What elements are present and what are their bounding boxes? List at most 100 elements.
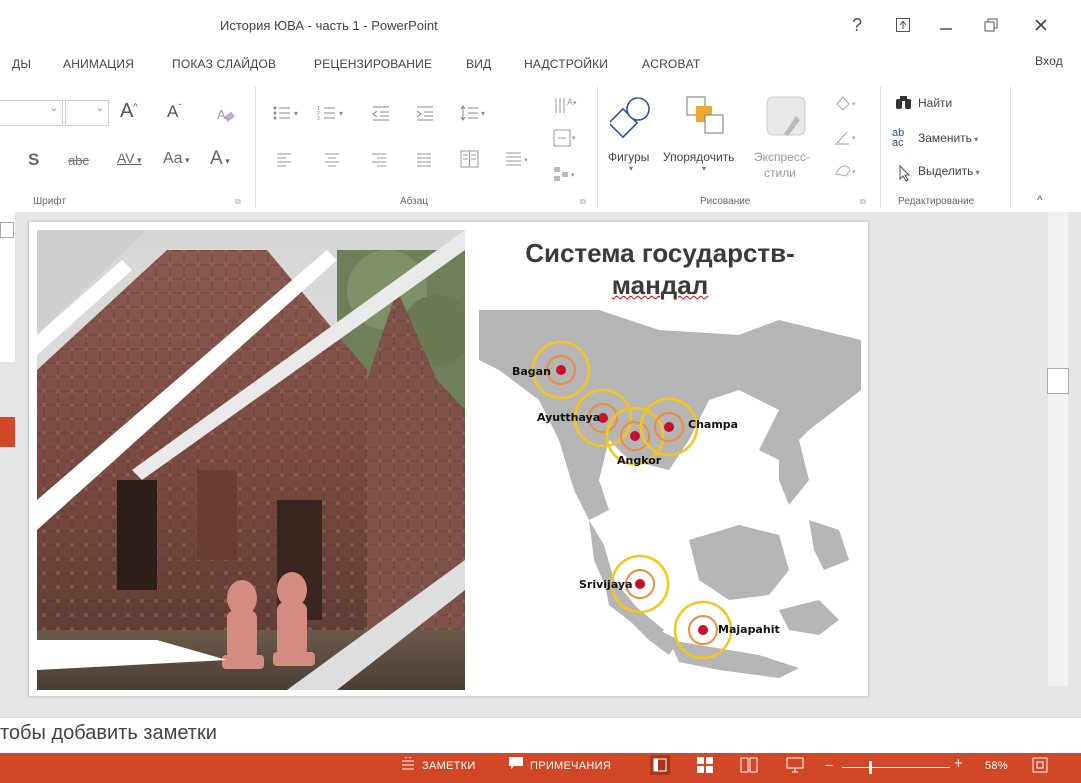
bullets-icon[interactable]: ▾ bbox=[272, 104, 302, 127]
char-spacing-button[interactable]: AV ▾ bbox=[117, 150, 142, 166]
grow-font-button[interactable]: A^ bbox=[120, 100, 138, 123]
tab-view[interactable]: ВИД bbox=[466, 57, 491, 71]
replace-icon: ab ac bbox=[892, 127, 905, 149]
slideshow-button[interactable] bbox=[786, 756, 804, 779]
shape-fill-icon[interactable]: ▾ bbox=[834, 94, 860, 117]
shape-outline-icon[interactable]: ▾ bbox=[834, 128, 860, 151]
close-button[interactable] bbox=[1022, 8, 1060, 42]
svg-text:▾: ▾ bbox=[524, 157, 528, 164]
collapse-ribbon-icon[interactable]: ^ bbox=[1037, 193, 1043, 207]
tab-slideshow[interactable]: ПОКАЗ СЛАЙДОВ bbox=[172, 57, 276, 71]
ribbon-separator bbox=[880, 86, 881, 208]
binoculars-icon bbox=[894, 94, 914, 117]
strikethrough-button[interactable]: abc bbox=[68, 153, 89, 168]
normal-view-button[interactable] bbox=[650, 755, 670, 775]
shadow-button[interactable]: S bbox=[28, 150, 39, 170]
clear-formatting-icon[interactable]: A bbox=[216, 106, 236, 129]
svg-text:▾: ▾ bbox=[481, 109, 485, 118]
map-label-angkor: Angkor bbox=[617, 454, 662, 467]
zoom-out-button[interactable]: − bbox=[825, 757, 833, 773]
chevron-down-icon: ⌄ bbox=[49, 103, 58, 114]
dialog-launcher-icon[interactable]: ⧉ bbox=[860, 197, 866, 207]
align-right-icon[interactable] bbox=[371, 152, 387, 173]
scrollbar-thumb[interactable] bbox=[1047, 368, 1069, 394]
zoom-slider-thumb[interactable] bbox=[869, 761, 872, 774]
columns-icon[interactable] bbox=[460, 150, 480, 173]
font-size-box[interactable]: ⌄ bbox=[65, 100, 109, 126]
zoom-in-button[interactable]: + bbox=[954, 755, 963, 772]
map-label-champa: Champa bbox=[688, 418, 739, 431]
restore-button[interactable] bbox=[972, 8, 1010, 42]
tab-design[interactable]: ДЫ bbox=[12, 57, 31, 71]
svg-text:A: A bbox=[217, 107, 226, 122]
slide-thumbnail-selected[interactable] bbox=[0, 417, 15, 447]
shapes-icon[interactable] bbox=[607, 95, 656, 144]
help-button[interactable]: ? bbox=[838, 8, 876, 42]
line-spacing-icon[interactable]: ▾ bbox=[460, 104, 490, 127]
text-direction-icon[interactable]: A ▾ bbox=[553, 95, 579, 122]
svg-text:▾: ▾ bbox=[852, 135, 856, 142]
zoom-level[interactable]: 58% bbox=[985, 760, 1008, 772]
map-label-bagan: Bagan bbox=[512, 365, 551, 378]
vertical-scrollbar[interactable] bbox=[1048, 212, 1068, 686]
map-label-srivijaya: Srivijaya bbox=[579, 578, 633, 591]
tab-addins[interactable]: НАДСТРОЙКИ bbox=[524, 57, 608, 71]
map-label-ayutthaya: Ayutthaya bbox=[537, 411, 601, 424]
reading-view-button[interactable] bbox=[740, 756, 758, 779]
shape-effects-icon[interactable]: ▾ bbox=[834, 162, 860, 185]
slide-title-line-1: Система государств- bbox=[525, 238, 795, 268]
increase-indent-icon[interactable] bbox=[415, 104, 435, 127]
temple-photo[interactable] bbox=[37, 230, 465, 690]
quick-styles-button[interactable]: Экспресс- bbox=[754, 150, 810, 164]
comments-toggle[interactable]: ПРИМЕЧАНИЯ bbox=[530, 760, 611, 772]
dialog-launcher-icon[interactable]: ⧉ bbox=[235, 197, 241, 207]
svg-text:▾: ▾ bbox=[852, 169, 856, 176]
slide-sorter-button[interactable] bbox=[696, 756, 714, 779]
change-case-button[interactable]: Aa ▾ bbox=[163, 150, 190, 168]
align-text-icon[interactable]: ▾ bbox=[553, 128, 579, 153]
decrease-indent-icon[interactable] bbox=[371, 104, 391, 127]
ribbon-display-options-icon[interactable] bbox=[884, 8, 922, 42]
font-color-button[interactable]: A ▾ bbox=[210, 148, 230, 170]
slide-title-line-2: мандал bbox=[611, 270, 709, 300]
group-label-paragraph: Абзац bbox=[400, 196, 429, 207]
arrange-icon[interactable] bbox=[686, 96, 726, 141]
group-label-editing: Редактирование bbox=[898, 196, 975, 207]
group-label-drawing: Рисование bbox=[700, 196, 751, 207]
quick-styles-icon[interactable] bbox=[766, 96, 810, 145]
align-left-icon[interactable] bbox=[276, 152, 292, 173]
quick-styles-label: стили bbox=[764, 166, 796, 180]
find-button[interactable]: Найти bbox=[918, 96, 952, 110]
tab-acrobat[interactable]: ACROBAT bbox=[642, 57, 701, 71]
svg-text:▾: ▾ bbox=[573, 100, 577, 107]
font-name-box[interactable]: ⌄ bbox=[0, 100, 63, 126]
replace-button[interactable]: Заменить ▾ bbox=[918, 131, 978, 145]
notes-toggle[interactable]: ЗАМЕТКИ bbox=[422, 760, 476, 772]
arrange-button[interactable]: Упорядочить bbox=[663, 150, 734, 164]
shrink-font-button[interactable]: Aˇ bbox=[167, 102, 181, 122]
minimize-button[interactable] bbox=[927, 8, 965, 42]
chevron-down-icon: ⌄ bbox=[95, 103, 104, 114]
svg-text:▾: ▾ bbox=[572, 135, 576, 142]
paragraph-distribute-icon[interactable]: ▾ bbox=[505, 150, 533, 173]
sign-in-link[interactable]: Вход bbox=[1035, 54, 1063, 68]
zoom-slider-track[interactable] bbox=[842, 767, 950, 768]
svg-text:▾: ▾ bbox=[294, 109, 298, 118]
comments-icon bbox=[508, 756, 524, 773]
svg-text:▾: ▾ bbox=[571, 172, 575, 179]
select-button[interactable]: Выделить ▾ bbox=[918, 164, 980, 178]
numbering-icon[interactable]: 1 2 3 ▾ bbox=[317, 104, 347, 127]
smartart-icon[interactable]: ▾ bbox=[553, 164, 579, 189]
tab-review[interactable]: РЕЦЕНЗИРОВАНИЕ bbox=[314, 57, 432, 71]
slide-title[interactable]: Система государств- мандал bbox=[470, 237, 850, 301]
notes-icon bbox=[400, 755, 416, 774]
notes-placeholder[interactable]: тобы добавить заметки bbox=[0, 722, 217, 745]
justify-icon[interactable] bbox=[416, 152, 432, 173]
fit-slide-icon[interactable] bbox=[1032, 757, 1048, 778]
slide-thumbnail[interactable] bbox=[0, 222, 14, 238]
dialog-launcher-icon[interactable]: ⧉ bbox=[580, 197, 586, 207]
group-label-font: Шрифт bbox=[33, 196, 66, 207]
tab-animation[interactable]: АНИМАЦИЯ bbox=[63, 57, 134, 71]
align-center-icon[interactable] bbox=[324, 152, 340, 173]
shapes-button[interactable]: Фигуры bbox=[608, 150, 649, 164]
